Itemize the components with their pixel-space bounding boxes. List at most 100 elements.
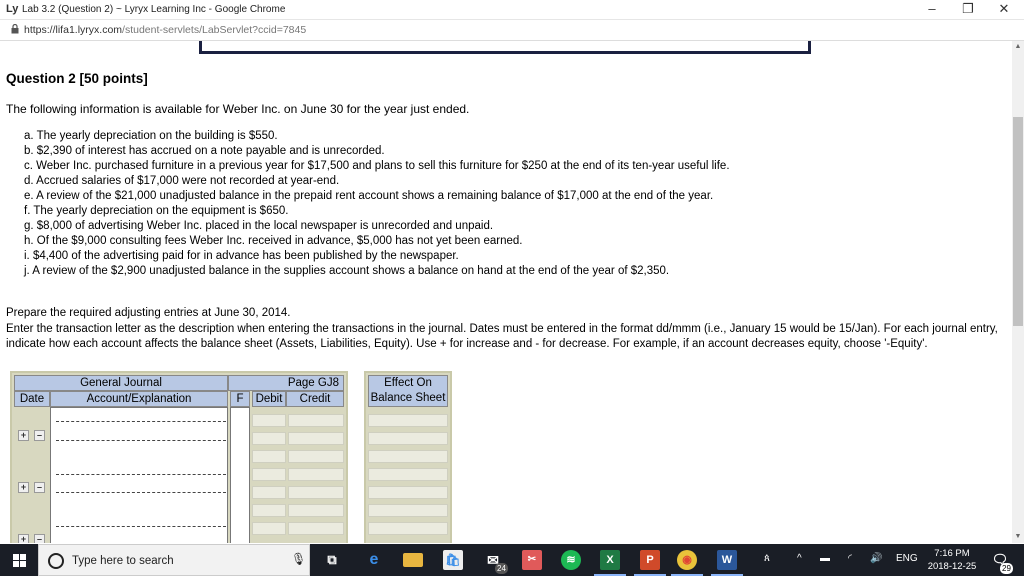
account-input[interactable] [56,526,226,527]
debit-input[interactable] [252,432,286,445]
col-f-header: F [230,391,250,407]
url-path: /student-servlets/LabServlet?ccid=7845 [122,24,307,36]
chrome-icon[interactable]: ◉ [677,550,697,570]
powerpoint-icon[interactable]: P [640,550,660,570]
debit-input[interactable] [252,414,286,427]
credit-input[interactable] [288,450,344,463]
clock-date: 2018-12-25 [927,561,977,572]
prepare-text: Prepare the required adjusting entries a… [6,307,291,319]
list-item: h. Of the $9,000 consulting fees Weber I… [24,235,523,247]
add-row-button[interactable]: + [18,534,29,543]
volume-icon[interactable]: 🔊 [870,553,882,564]
credit-input[interactable] [288,414,344,427]
debit-input[interactable] [252,468,286,481]
adjustment-list: a. The yearly depreciation on the buildi… [24,129,730,279]
effect-header: Effect On Balance Sheet [368,375,448,407]
debit-input[interactable] [252,522,286,535]
page-scrollbar[interactable]: ▲ ▼ [1012,41,1024,543]
general-journal: General Journal Page GJ8 Date Account/Ex… [10,371,348,543]
search-placeholder: Type here to search [72,555,174,567]
mail-badge: 24 [495,563,508,574]
list-item: a. The yearly depreciation on the buildi… [24,130,278,142]
excel-icon[interactable]: X [600,550,620,570]
scroll-down-icon[interactable]: ▼ [1012,531,1024,543]
clock-time: 7:16 PM [934,548,970,559]
list-item: b. $2,390 of interest has accrued on a n… [24,145,385,157]
effect-select[interactable] [368,504,448,517]
remove-row-button[interactable]: – [34,430,45,441]
list-item: f. The yearly depreciation on the equipm… [24,205,289,217]
col-date-header: Date [14,391,50,407]
list-item: c. Weber Inc. purchased furniture in a p… [24,160,730,172]
debit-input[interactable] [252,486,286,499]
scroll-up-icon[interactable]: ▲ [1012,41,1024,53]
start-button[interactable] [0,544,38,576]
lock-icon [11,23,19,36]
account-input[interactable] [56,421,226,422]
store-icon[interactable]: 🛍 [443,550,463,570]
remove-row-button[interactable]: – [34,482,45,493]
list-item: g. $8,000 of advertising Weber Inc. plac… [24,220,494,232]
debit-input[interactable] [252,450,286,463]
wifi-icon[interactable]: ◜ [848,553,852,564]
account-input[interactable] [56,474,226,475]
page-content: Question 2 [50 points] The following inf… [0,41,1012,543]
tray-expand-icon[interactable]: ^ [797,553,802,564]
effect-select[interactable] [368,450,448,463]
question-title: Question 2 [50 points] [6,71,148,86]
col-account-header: Account/Explanation [50,391,228,407]
question-intro: The following information is available f… [6,102,470,116]
notification-badge: 29 [1000,563,1013,574]
window-title: Lab 3.2 (Question 2) ~ Lyryx Learning In… [22,4,286,15]
snip-icon[interactable]: ✂ [522,550,542,570]
explanation-input[interactable] [56,440,226,441]
add-row-button[interactable]: + [18,482,29,493]
effect-select[interactable] [368,486,448,499]
language-indicator[interactable]: ENG [896,553,918,564]
battery-icon[interactable]: ▬ [820,553,830,564]
remove-row-button[interactable]: – [34,534,45,543]
journal-title: General Journal [14,375,228,391]
credit-input[interactable] [288,522,344,535]
task-view-icon[interactable]: ⧉ [322,550,342,570]
credit-input[interactable] [288,468,344,481]
microphone-icon[interactable]: 🎙 [291,552,306,566]
list-item: e. A review of the $21,000 unadjusted ba… [24,190,714,202]
edge-icon[interactable]: e [364,550,384,570]
top-frame-border [199,41,811,54]
effect-select[interactable] [368,522,448,535]
credit-input[interactable] [288,486,344,499]
credit-input[interactable] [288,504,344,517]
url-host: https://lifa1.lyryx.com [24,24,123,36]
explanation-input[interactable] [56,492,226,493]
credit-input[interactable] [288,432,344,445]
word-icon[interactable]: W [717,550,737,570]
file-explorer-icon[interactable]: . [403,553,423,569]
f-column [230,407,250,543]
taskbar-clock[interactable]: 7:16 PM 2018-12-25 [922,547,982,573]
close-button[interactable]: ✕ [986,0,1022,19]
instructions-text: Enter the transaction letter as the desc… [6,323,998,350]
lyryx-logo-icon: Ly [6,3,19,15]
address-bar[interactable]: https://lifa1.lyryx.com/student-servlets… [0,20,1024,41]
scroll-thumb[interactable] [1013,117,1023,326]
add-row-button[interactable]: + [18,430,29,441]
effect-select[interactable] [368,414,448,427]
list-item: i. $4,400 of the advertising paid for in… [24,250,459,262]
spotify-icon[interactable]: ≋ [561,550,581,570]
list-item: d. Accrued salaries of $17,000 were not … [24,175,340,187]
effect-select[interactable] [368,432,448,445]
minimize-button[interactable]: – [914,0,950,19]
effect-select[interactable] [368,468,448,481]
balance-sheet-effect: Effect On Balance Sheet [364,371,452,543]
account-column [50,407,228,543]
taskbar-search[interactable]: Type here to search 🎙 [38,544,310,576]
restore-button[interactable]: ❐ [950,0,986,19]
url-text[interactable]: https://lifa1.lyryx.com/student-servlets… [24,24,306,36]
col-debit-header: Debit [252,391,286,407]
journal-page: Page GJ8 [228,375,344,391]
debit-input[interactable] [252,504,286,517]
list-item: j. A review of the $2,900 unadjusted bal… [24,265,670,277]
people-icon[interactable]: ጰ [764,553,770,564]
effect-header-line2: Balance Sheet [370,392,446,404]
